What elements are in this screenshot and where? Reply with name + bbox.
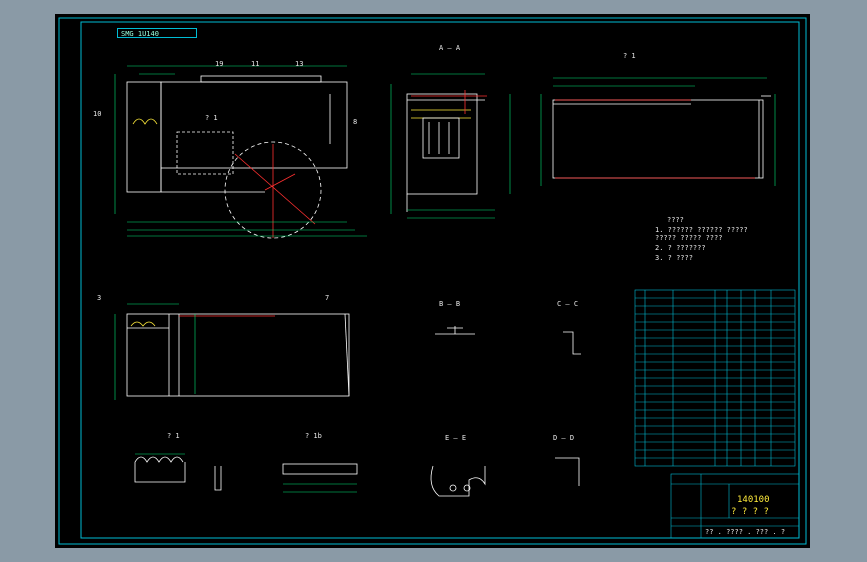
section-bb-label: B — B: [439, 300, 461, 308]
main-view-dims: [114, 65, 367, 237]
detail-1b-dims: [283, 483, 357, 493]
detail-1-label: ? 1: [167, 432, 180, 440]
side-view: [552, 95, 771, 179]
detail-1: [134, 456, 222, 491]
notes-heading: ????: [667, 216, 684, 224]
section-ee-label: E — E: [445, 434, 467, 442]
drawing-sheet: SMG 1U140 ? 1 A — A ? 1 B — B C — C ? 1 …: [55, 14, 810, 548]
section-aa: [406, 93, 485, 212]
parts-list: [634, 289, 796, 467]
section-cc: [563, 331, 581, 355]
inner-frame: [80, 21, 800, 539]
note-line: 1. ?????? ?????? ?????: [655, 226, 748, 234]
note-line: 3. ? ????: [655, 254, 693, 262]
callout: 3: [97, 294, 102, 302]
callout: 7: [325, 294, 330, 302]
callout: 11: [251, 60, 260, 68]
side-view-red: [555, 99, 755, 179]
callout: 13: [295, 60, 304, 68]
section-aa-label: A — A: [439, 44, 461, 52]
section-bb: [435, 326, 475, 335]
drawing-number: 140100: [737, 495, 770, 505]
side-view-dims: [540, 77, 776, 186]
main-view-label: ? 1: [205, 114, 218, 122]
outer-frame: [58, 17, 807, 545]
callout: 8: [353, 118, 358, 126]
callout: 10: [93, 110, 102, 118]
main-view: [126, 75, 348, 239]
section-cc-label: C — C: [557, 300, 579, 308]
detail-1b: [282, 463, 358, 475]
section-ee: [430, 465, 486, 497]
note-line: 2. ? ???????: [655, 244, 706, 252]
footer-code: ?? . ???? . ??? . ?: [705, 528, 786, 536]
main-view-red: [234, 144, 316, 238]
side-view-label: ? 1: [623, 52, 636, 60]
drawing-name: ? ? ? ?: [731, 507, 769, 517]
note-line: ????? ????? ????: [655, 234, 723, 242]
detail-1b-label: ? 1b: [305, 432, 322, 440]
elevation-view: [126, 313, 350, 397]
cad-drawing: [58, 17, 807, 545]
section-dd: [555, 457, 580, 486]
section-dd-label: D — D: [553, 434, 575, 442]
callout: 19: [215, 60, 224, 68]
